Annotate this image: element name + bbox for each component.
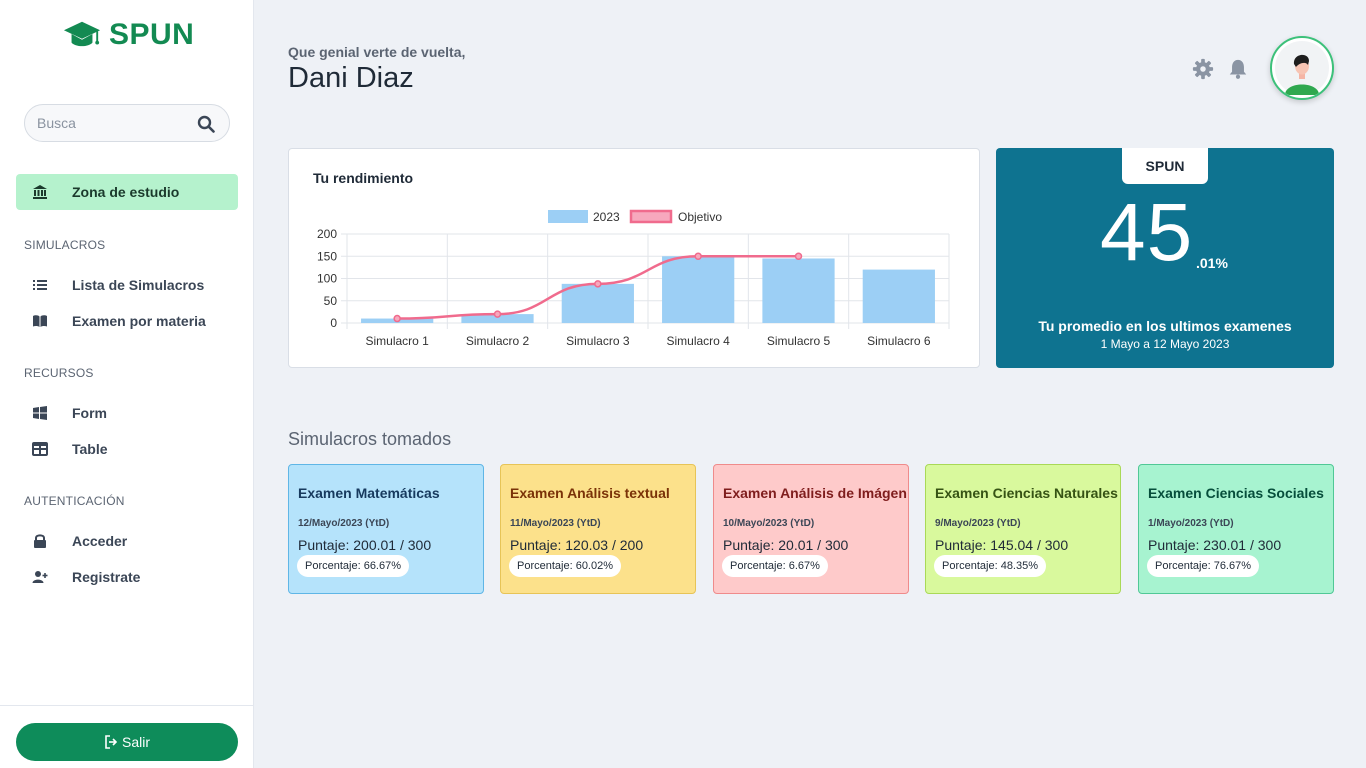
x-tick-label: Simulacro 5 [767, 334, 831, 348]
sidebar-item-examen-por-materia[interactable]: Examen por materia [16, 305, 238, 337]
exam-date: 12/Mayo/2023 (YtD) [298, 518, 390, 529]
exam-score: Puntaje: 20.01 / 300 [723, 537, 849, 553]
sidebar-item-label: Registrate [72, 569, 141, 585]
windows-icon [33, 406, 47, 420]
sidebar-item-registrate[interactable]: Registrate [16, 561, 238, 593]
x-tick-label: Simulacro 2 [466, 334, 530, 348]
exam-date: 9/Mayo/2023 (YtD) [935, 518, 1021, 529]
bar [561, 283, 634, 323]
legend-label-2023: 2023 [593, 210, 620, 224]
exam-date: 10/Mayo/2023 (YtD) [723, 518, 815, 529]
bar [662, 256, 735, 323]
exam-score: Puntaje: 120.03 / 200 [510, 537, 644, 553]
exam-card-4[interactable]: Examen Ciencias Sociales 1/Mayo/2023 (Yt… [1138, 464, 1334, 594]
x-tick-label: Simulacro 3 [566, 334, 630, 348]
gear-icon[interactable] [1192, 58, 1214, 80]
y-tick-label: 100 [317, 272, 337, 286]
search-icon[interactable] [197, 115, 215, 133]
exam-score: Puntaje: 230.01 / 300 [1148, 537, 1282, 553]
y-tick-label: 0 [330, 316, 337, 330]
book-open-icon [33, 315, 47, 327]
score-date-range: 1 Mayo a 12 Mayo 2023 [1100, 337, 1230, 351]
y-tick-label: 150 [317, 249, 337, 263]
sidebar-item-zona-de-estudio[interactable]: Zona de estudio [16, 174, 238, 210]
y-tick-label: 200 [317, 227, 337, 241]
section-title-recursos: RECURSOS [24, 366, 94, 380]
x-tick-label: Simulacro 4 [666, 334, 730, 348]
score-caption: Tu promedio en los ultimos examenes [1038, 318, 1292, 334]
exam-name: Examen Matemáticas [298, 485, 440, 501]
objetivo-point [794, 252, 803, 260]
sidebar-item-form[interactable]: Form [16, 397, 238, 429]
exam-percent-badge: Porcentaje: 48.35% [934, 555, 1047, 577]
logout-label: Salir [121, 734, 150, 750]
sidebar: SPUN Zona de estudio SIMULACROS Lista de… [0, 0, 254, 768]
exam-date: 1/Mayo/2023 (YtD) [1148, 518, 1234, 529]
objetivo-point [393, 314, 401, 323]
bell-icon[interactable] [1227, 58, 1249, 80]
exam-card-0[interactable]: Examen Matemáticas 12/Mayo/2023 (YtD) Pu… [288, 464, 484, 594]
bar [862, 269, 935, 323]
taken-exams-title: Simulacros tomados [288, 429, 452, 449]
user-avatar-icon [1275, 41, 1329, 95]
exam-name: Examen Análisis textual [510, 485, 670, 501]
legend-swatch-2023 [548, 210, 588, 223]
exam-score: Puntaje: 145.04 / 300 [935, 537, 1069, 553]
performance-card: Tu rendimiento 0 50 100 150 200 Simulacro 1 Si… [288, 148, 980, 368]
exam-name: Examen Ciencias Sociales [1148, 485, 1324, 501]
exam-card-2[interactable]: Examen Análisis de Imágen 10/Mayo/2023 (… [713, 464, 909, 594]
objetivo-point [594, 280, 602, 288]
exam-percent-badge: Porcentaje: 76.67% [1147, 555, 1260, 577]
y-tick-label: 50 [324, 294, 338, 308]
sidebar-footer: Salir [0, 705, 254, 768]
bar [762, 258, 835, 323]
score-decimal: .01% [1196, 255, 1228, 271]
exam-score: Puntaje: 200.01 / 300 [298, 537, 432, 553]
search-input[interactable] [37, 115, 187, 131]
app-logo[interactable]: SPUN [63, 18, 194, 52]
user-plus-icon [32, 571, 48, 583]
section-title-simulacros: SIMULACROS [24, 238, 106, 252]
exam-name: Examen Ciencias Naturales [935, 485, 1118, 501]
exam-card-1[interactable]: Examen Análisis textual 11/Mayo/2023 (Yt… [500, 464, 696, 594]
graduation-cap-icon [63, 21, 101, 47]
sidebar-item-acceder[interactable]: Acceder [16, 525, 238, 557]
sign-out-icon [105, 735, 118, 749]
sidebar-item-label: Acceder [72, 533, 128, 549]
sidebar-item-label: Form [72, 405, 107, 421]
legend-label-objetivo: Objetivo [678, 210, 722, 224]
x-tick-label: Simulacro 6 [867, 334, 931, 348]
objetivo-point [694, 252, 702, 260]
x-tick-label: Simulacro 1 [365, 334, 429, 348]
score-tab: SPUN [1122, 148, 1208, 184]
logout-button[interactable]: Salir [16, 723, 238, 761]
app-name: SPUN [109, 18, 195, 51]
lock-icon [34, 534, 46, 548]
greeting-text: Que genial verte de vuelta, [288, 44, 466, 60]
legend-swatch-objetivo [629, 209, 673, 224]
sidebar-item-table[interactable]: Table [16, 433, 238, 465]
exam-percent-badge: Porcentaje: 6.67% [722, 555, 828, 577]
exam-date: 11/Mayo/2023 (YtD) [510, 518, 601, 529]
search-box [24, 104, 230, 142]
score-value: 45 [1100, 187, 1194, 278]
score-card: SPUN 45 .01% Tu promedio en los ultimos … [996, 148, 1334, 368]
exam-name: Examen Análisis de Imágen [723, 485, 907, 501]
sidebar-item-label: Examen por materia [72, 313, 206, 329]
section-title-autenticacion: AUTENTICACIÓN [24, 494, 125, 508]
exam-card-3[interactable]: Examen Ciencias Naturales 9/Mayo/2023 (Y… [925, 464, 1121, 594]
objetivo-point [493, 310, 502, 318]
performance-chart: 0 50 100 150 200 Simulacro 1 Simulacro 2 Simula… [317, 209, 950, 348]
sidebar-item-label: Zona de estudio [72, 184, 180, 200]
sidebar-item-label: Table [72, 441, 108, 457]
user-name: Dani Diaz [288, 62, 414, 94]
table-icon [32, 442, 48, 456]
avatar[interactable] [1270, 36, 1334, 100]
sidebar-item-label: Lista de Simulacros [72, 277, 205, 293]
sidebar-item-lista-de-simulacros[interactable]: Lista de Simulacros [16, 269, 238, 301]
exam-percent-badge: Porcentaje: 66.67% [297, 555, 410, 577]
bank-icon [33, 185, 47, 199]
list-icon [33, 280, 47, 290]
exam-percent-badge: Porcentaje: 60.02% [509, 555, 622, 577]
